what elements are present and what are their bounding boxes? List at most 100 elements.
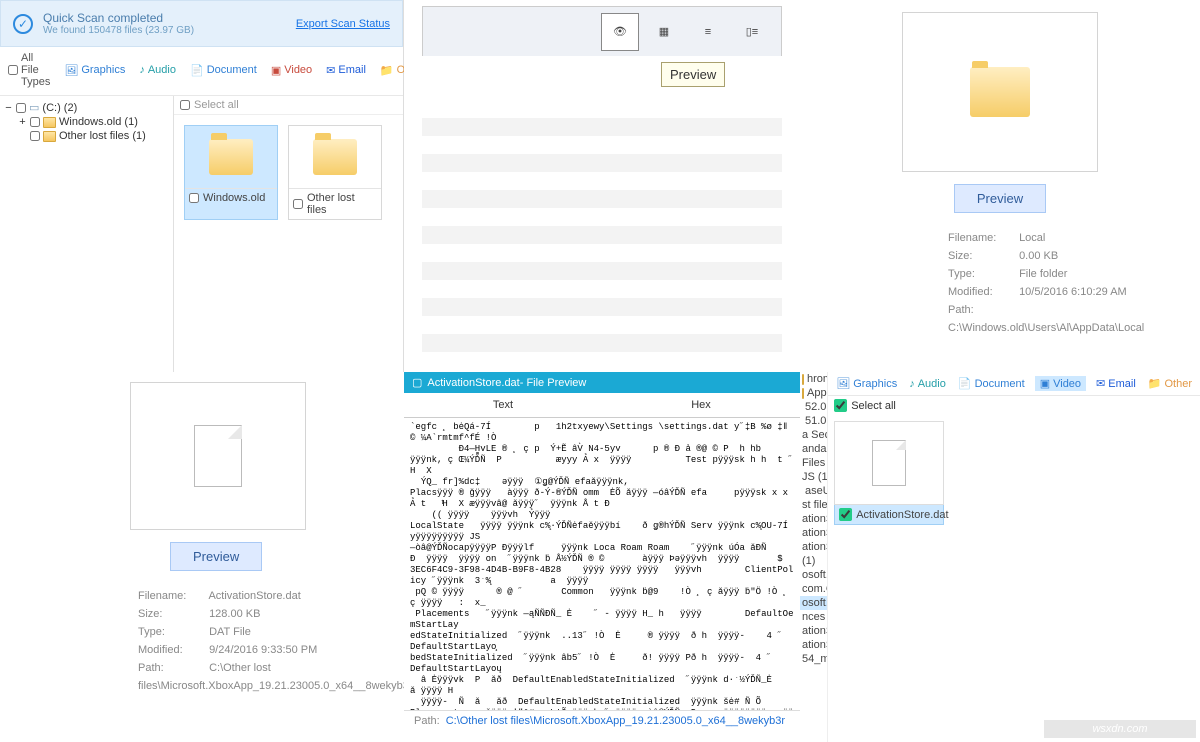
folder-tile[interactable]: Windows.old <box>184 125 278 220</box>
folder-icon: 📁 <box>1148 377 1162 390</box>
thumbnail <box>902 12 1098 172</box>
scan-header: ✓ Quick Scan completed We found 150478 f… <box>0 0 403 47</box>
meta-label: Size: <box>948 247 1016 265</box>
detail-view-button[interactable]: ▯≡ <box>733 13 771 51</box>
tab-hex[interactable]: Hex <box>602 393 800 417</box>
tree-item[interactable]: ationStore (1) <box>800 526 827 540</box>
music-icon: ♪ <box>139 64 145 76</box>
tree-item-selected[interactable]: osoft.XboxApp_19.21.: <box>800 596 827 610</box>
tree-item[interactable]: 54_microsoft-window <box>800 652 827 666</box>
tree-item[interactable]: +Windows.old (1) <box>4 115 169 129</box>
view-toolbar: 👁 ▦ ≡ ▯≡ <box>422 6 782 56</box>
video-icon: ▣ <box>1040 377 1050 390</box>
folder-icon <box>802 388 804 399</box>
file-type-tabs: All File Types 🖼Graphics ♪Audio 📄Documen… <box>0 47 403 96</box>
tab-graphics[interactable]: 🖼Graphics <box>834 376 899 391</box>
tab-document[interactable]: 📄Document <box>188 63 259 78</box>
folder-tile[interactable]: Other lost files <box>288 125 382 220</box>
right-file-type-tabs: 🖼Graphics ♪Audio 📄Document ▣Video ✉Email… <box>828 372 1200 396</box>
expand-icon[interactable]: + <box>18 116 27 128</box>
tab-other[interactable]: 📁Other <box>1146 376 1194 391</box>
list-icon: ≡ <box>705 26 711 38</box>
preview-toggle-button[interactable]: 👁 <box>601 13 639 51</box>
tree-item[interactable]: hrome (2) <box>800 372 827 386</box>
thumbnail <box>130 382 306 530</box>
tree-root[interactable]: −▭(C:) (2) <box>4 100 169 115</box>
tab-video[interactable]: ▣Video <box>269 63 314 78</box>
meta-label: Modified: <box>138 641 206 659</box>
tree-item[interactable]: Other lost files (1) <box>4 129 169 143</box>
tree-item[interactable]: JS (1) <box>800 470 827 484</box>
tree-item[interactable]: osoft.windowscommı <box>800 568 827 582</box>
tree-item[interactable]: (1) <box>800 554 827 568</box>
file-grid: Select all Windows.old Other lost files <box>174 96 403 384</box>
preview-button[interactable]: Preview <box>170 542 262 571</box>
collapse-icon[interactable]: − <box>4 102 13 114</box>
tab-document[interactable]: 📄Document <box>956 376 1027 391</box>
side-tree: hrome (2) Application (2) 52.0.2743.82 (… <box>800 372 828 742</box>
meta-label: Type: <box>138 623 206 641</box>
tree-item[interactable]: ationStore (1) <box>800 512 827 526</box>
scan-title: Quick Scan completed <box>43 11 194 25</box>
tree-item[interactable]: st files (51) <box>800 498 827 512</box>
meta-label: Filename: <box>138 587 206 605</box>
meta-label: Path: <box>948 301 1016 319</box>
tab-email[interactable]: ✉Email <box>1094 376 1138 391</box>
preview-button[interactable]: Preview <box>954 184 1046 213</box>
file-icon <box>872 440 906 486</box>
folder-icon <box>43 131 56 142</box>
meta-label: Path: <box>138 659 206 677</box>
image-icon: 🖼 <box>836 377 850 390</box>
folder-icon <box>802 374 804 385</box>
tab-audio[interactable]: ♪Audio <box>907 377 948 391</box>
image-icon: 🖼 <box>64 64 78 77</box>
select-all-bar[interactable]: Select all <box>174 96 403 115</box>
tab-all[interactable]: All File Types <box>6 51 52 89</box>
check-icon: ✓ <box>13 14 33 34</box>
watermark: wsxdn.com <box>1044 720 1196 738</box>
hex-path: Path:C:\Other lost files\Microsoft.XboxA… <box>404 710 800 731</box>
hex-preview-panel: ▢ActivationStore.dat- File Preview Text … <box>404 372 800 742</box>
email-icon: ✉ <box>326 64 335 77</box>
meta-label: Modified: <box>948 283 1016 301</box>
tree-item[interactable]: Application (2) <box>800 386 827 400</box>
drive-icon: ▭ <box>29 101 39 114</box>
folder-icon: 📁 <box>380 64 394 77</box>
file-metadata: Filename: Local Size: 0.00 KB Type: File… <box>800 219 1200 337</box>
file-tile[interactable]: ActivationStore.dat <box>834 421 944 525</box>
tab-video[interactable]: ▣Video <box>1035 376 1086 391</box>
tree-item[interactable]: 51.0.2704.103 (1) <box>800 414 827 428</box>
select-all-bar[interactable]: Select all <box>828 396 1200 415</box>
thumbnail <box>834 421 944 505</box>
tree-item[interactable]: Files (1) <box>800 456 827 470</box>
tree-item[interactable]: ationStore (1) <box>800 540 827 554</box>
tree-item[interactable]: anda Cloud Antivirus <box>800 442 827 456</box>
hex-tabs: Text Hex <box>404 393 800 418</box>
tree-item[interactable]: ationStore (1) <box>800 624 827 638</box>
grid-icon: ▦ <box>659 25 669 38</box>
list-view-button[interactable]: ≡ <box>689 13 727 51</box>
tab-audio[interactable]: ♪Audio <box>137 63 178 77</box>
folder-tree: −▭(C:) (2) +Windows.old (1) Other lost f… <box>0 96 174 384</box>
empty-list <box>422 100 782 352</box>
tree-item[interactable]: ationStore (1) <box>800 638 827 652</box>
meta-label: Type: <box>948 265 1016 283</box>
tree-item[interactable]: nces (18) <box>800 610 827 624</box>
file-icon <box>194 425 242 487</box>
tree-item[interactable]: com.CandyCrushSod <box>800 582 827 596</box>
file-metadata: Filename: ActivationStore.dat Size: 128.… <box>0 577 404 695</box>
hex-title-bar: ▢ActivationStore.dat- File Preview <box>404 372 800 393</box>
export-scan-link[interactable]: Export Scan Status <box>296 18 390 30</box>
tab-email[interactable]: ✉Email <box>324 63 368 78</box>
tree-item[interactable]: a Security (1) <box>800 428 827 442</box>
tab-graphics[interactable]: 🖼Graphics <box>62 63 127 78</box>
grid-view-button[interactable]: ▦ <box>645 13 683 51</box>
view-toolbar-panel: 👁 ▦ ≡ ▯≡ Preview <box>404 0 800 372</box>
tree-item[interactable]: aseUS Data Recovery ' <box>800 484 827 498</box>
meta-label: Size: <box>138 605 206 623</box>
hex-body[interactable]: `egfc ¸ bėQá-7Í p 1h2txyewy\Settings \se… <box>404 418 800 710</box>
tab-text[interactable]: Text <box>404 393 602 417</box>
tree-item[interactable]: 52.0.2743.82 (1) <box>800 400 827 414</box>
preview-tooltip: Preview <box>661 62 725 87</box>
music-icon: ♪ <box>909 378 915 390</box>
